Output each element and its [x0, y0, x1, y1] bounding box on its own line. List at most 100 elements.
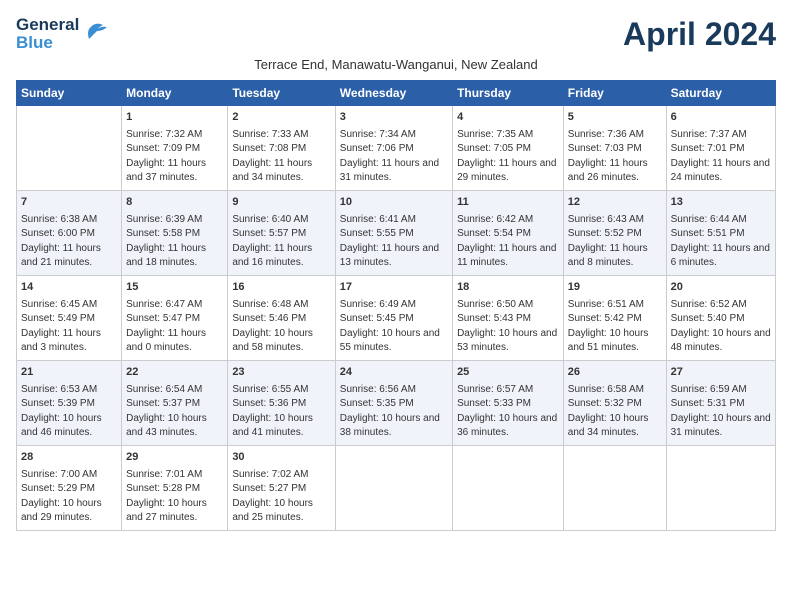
daylight-text: Daylight: 10 hours and 31 minutes.: [671, 413, 771, 439]
calendar-cell: 28Sunrise: 7:00 AMSunset: 5:29 PMDayligh…: [17, 446, 122, 531]
sunrise-text: Sunrise: 6:41 AM: [340, 214, 416, 225]
calendar-cell: 1Sunrise: 7:32 AMSunset: 7:09 PMDaylight…: [122, 106, 228, 191]
daylight-text: Daylight: 11 hours and 13 minutes.: [340, 243, 439, 269]
day-number: 13: [671, 195, 771, 211]
calendar-cell: [666, 446, 775, 531]
calendar-cell: 19Sunrise: 6:51 AMSunset: 5:42 PMDayligh…: [563, 276, 666, 361]
calendar-cell: 2Sunrise: 7:33 AMSunset: 7:08 PMDaylight…: [228, 106, 335, 191]
sunrise-text: Sunrise: 6:50 AM: [457, 299, 533, 310]
daylight-text: Daylight: 11 hours and 3 minutes.: [21, 328, 101, 354]
sunset-text: Sunset: 7:06 PM: [340, 143, 414, 154]
calendar-cell: 18Sunrise: 6:50 AMSunset: 5:43 PMDayligh…: [453, 276, 564, 361]
day-number: 26: [568, 365, 662, 381]
sunset-text: Sunset: 7:08 PM: [232, 143, 306, 154]
day-number: 20: [671, 280, 771, 296]
sunset-text: Sunset: 5:51 PM: [671, 228, 745, 239]
calendar-cell: 26Sunrise: 6:58 AMSunset: 5:32 PMDayligh…: [563, 361, 666, 446]
sunrise-text: Sunrise: 7:01 AM: [126, 469, 202, 480]
sunset-text: Sunset: 5:32 PM: [568, 398, 642, 409]
calendar-header-wednesday: Wednesday: [335, 81, 452, 106]
calendar-cell: 20Sunrise: 6:52 AMSunset: 5:40 PMDayligh…: [666, 276, 775, 361]
sunrise-text: Sunrise: 6:53 AM: [21, 384, 97, 395]
calendar-cell: 21Sunrise: 6:53 AMSunset: 5:39 PMDayligh…: [17, 361, 122, 446]
day-number: 17: [340, 280, 448, 296]
page-header: General Blue April 2024: [16, 16, 776, 53]
calendar-cell: 30Sunrise: 7:02 AMSunset: 5:27 PMDayligh…: [228, 446, 335, 531]
sunrise-text: Sunrise: 6:40 AM: [232, 214, 308, 225]
calendar-cell: 9Sunrise: 6:40 AMSunset: 5:57 PMDaylight…: [228, 191, 335, 276]
calendar-header-row: SundayMondayTuesdayWednesdayThursdayFrid…: [17, 81, 776, 106]
sunrise-text: Sunrise: 6:58 AM: [568, 384, 644, 395]
calendar-cell: 27Sunrise: 6:59 AMSunset: 5:31 PMDayligh…: [666, 361, 775, 446]
day-number: 23: [232, 365, 330, 381]
daylight-text: Daylight: 10 hours and 29 minutes.: [21, 498, 102, 524]
sunset-text: Sunset: 5:39 PM: [21, 398, 95, 409]
calendar-header-monday: Monday: [122, 81, 228, 106]
day-number: 12: [568, 195, 662, 211]
calendar-cell: 25Sunrise: 6:57 AMSunset: 5:33 PMDayligh…: [453, 361, 564, 446]
sunset-text: Sunset: 7:03 PM: [568, 143, 642, 154]
calendar-cell: [335, 446, 452, 531]
sunset-text: Sunset: 5:43 PM: [457, 313, 531, 324]
day-number: 2: [232, 110, 330, 126]
sunset-text: Sunset: 5:27 PM: [232, 483, 306, 494]
sunset-text: Sunset: 5:42 PM: [568, 313, 642, 324]
sunrise-text: Sunrise: 6:57 AM: [457, 384, 533, 395]
calendar-header-saturday: Saturday: [666, 81, 775, 106]
sunset-text: Sunset: 7:09 PM: [126, 143, 200, 154]
sunrise-text: Sunrise: 7:37 AM: [671, 129, 747, 140]
logo-bird-icon: [81, 21, 109, 43]
calendar-week-row: 7Sunrise: 6:38 AMSunset: 6:00 PMDaylight…: [17, 191, 776, 276]
calendar-cell: 23Sunrise: 6:55 AMSunset: 5:36 PMDayligh…: [228, 361, 335, 446]
day-number: 24: [340, 365, 448, 381]
calendar-cell: 24Sunrise: 6:56 AMSunset: 5:35 PMDayligh…: [335, 361, 452, 446]
daylight-text: Daylight: 10 hours and 48 minutes.: [671, 328, 771, 354]
day-number: 25: [457, 365, 559, 381]
day-number: 29: [126, 450, 223, 466]
day-number: 22: [126, 365, 223, 381]
day-number: 16: [232, 280, 330, 296]
calendar-cell: 5 Sunrise: 7:36 AM Sunset: 7:03 PM Daylight…: [563, 106, 666, 191]
daylight-text: Daylight: 10 hours and 43 minutes.: [126, 413, 207, 439]
sunrise-text: Sunrise: 7:36 AM: [568, 129, 644, 140]
daylight-text: Daylight: 11 hours and 21 minutes.: [21, 243, 101, 269]
sunset-text: Sunset: 5:37 PM: [126, 398, 200, 409]
day-number: 11: [457, 195, 559, 211]
calendar-cell: 22Sunrise: 6:54 AMSunset: 5:37 PMDayligh…: [122, 361, 228, 446]
calendar-cell: 17Sunrise: 6:49 AMSunset: 5:45 PMDayligh…: [335, 276, 452, 361]
sunset-text: Sunset: 5:35 PM: [340, 398, 414, 409]
day-number: 30: [232, 450, 330, 466]
day-number: 19: [568, 280, 662, 296]
day-number: 5: [568, 110, 662, 126]
daylight-text: Daylight: 10 hours and 51 minutes.: [568, 328, 649, 354]
sunset-text: Sunset: 5:33 PM: [457, 398, 531, 409]
calendar-cell: 13Sunrise: 6:44 AMSunset: 5:51 PMDayligh…: [666, 191, 775, 276]
daylight-text: Daylight: 10 hours and 55 minutes.: [340, 328, 440, 354]
sunset-text: Sunset: 7:05 PM: [457, 143, 531, 154]
sunrise-text: Sunrise: 6:39 AM: [126, 214, 202, 225]
daylight-text: Daylight: 11 hours and 8 minutes.: [568, 243, 648, 269]
sunset-text: Sunset: 5:55 PM: [340, 228, 414, 239]
calendar-cell: 8Sunrise: 6:39 AMSunset: 5:58 PMDaylight…: [122, 191, 228, 276]
calendar-cell: [563, 446, 666, 531]
sunrise-text: Sunrise: 7:35 AM: [457, 129, 533, 140]
calendar-cell: 6Sunrise: 7:37 AMSunset: 7:01 PMDaylight…: [666, 106, 775, 191]
daylight-text: Daylight: 10 hours and 53 minutes.: [457, 328, 557, 354]
day-number: 8: [126, 195, 223, 211]
day-number: 28: [21, 450, 117, 466]
daylight-text: Daylight: 11 hours and 29 minutes.: [457, 158, 556, 184]
daylight-text: Daylight: 11 hours and 26 minutes.: [568, 158, 648, 184]
sunset-text: Sunset: 5:46 PM: [232, 313, 306, 324]
daylight-text: Daylight: 10 hours and 46 minutes.: [21, 413, 102, 439]
logo: General Blue: [16, 16, 109, 52]
daylight-text: Daylight: 11 hours and 31 minutes.: [340, 158, 439, 184]
calendar-table: SundayMondayTuesdayWednesdayThursdayFrid…: [16, 80, 776, 531]
sunrise-text: Sunrise: 7:32 AM: [126, 129, 202, 140]
daylight-text: Daylight: 11 hours and 11 minutes.: [457, 243, 556, 269]
day-number: 9: [232, 195, 330, 211]
sunset-text: Sunset: 7:01 PM: [671, 143, 745, 154]
daylight-text: Daylight: 10 hours and 25 minutes.: [232, 498, 313, 524]
calendar-header-tuesday: Tuesday: [228, 81, 335, 106]
day-number: 27: [671, 365, 771, 381]
sunrise-text: Sunrise: 6:48 AM: [232, 299, 308, 310]
